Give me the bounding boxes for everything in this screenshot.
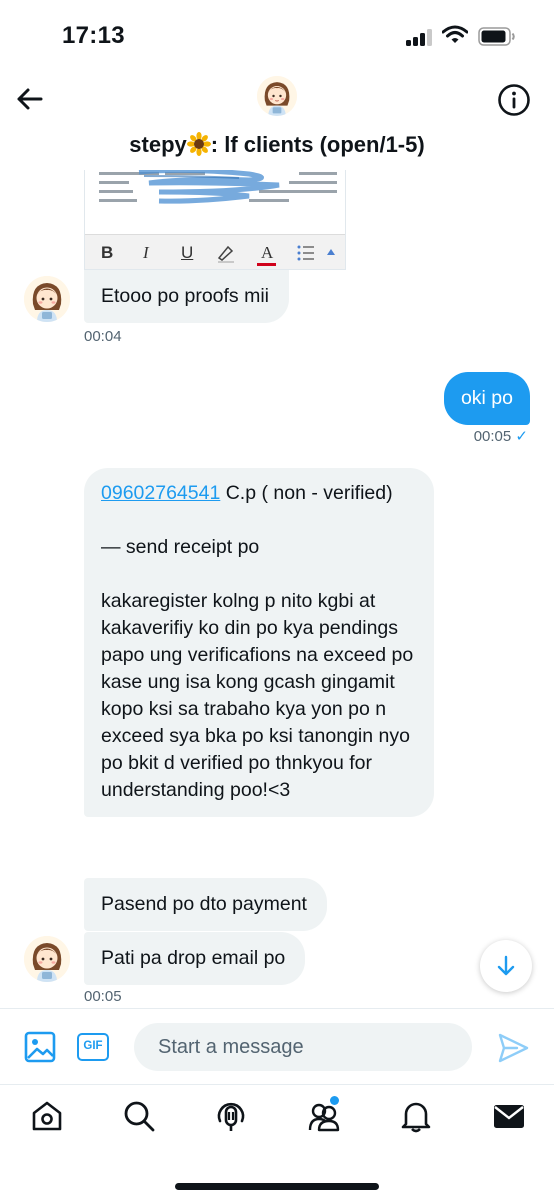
home-indicator xyxy=(175,1183,379,1190)
messages-icon[interactable] xyxy=(492,1099,526,1133)
outgoing-message[interactable]: oki po xyxy=(443,372,530,425)
message-timestamp: 00:05 xyxy=(473,428,512,445)
message-text: Pati pa drop email po xyxy=(101,947,286,969)
message-status: 00:05 ✓ xyxy=(474,427,528,445)
bottom-tab-bar xyxy=(0,1084,554,1200)
scroll-to-bottom-button[interactable] xyxy=(480,940,532,992)
avatar[interactable] xyxy=(24,936,70,982)
bold-icon: B xyxy=(101,243,114,262)
search-icon[interactable] xyxy=(122,1099,156,1133)
message-timestamp: 00:05 xyxy=(84,988,122,1005)
message-timestamp: 00:04 xyxy=(84,328,122,345)
home-icon[interactable] xyxy=(30,1099,64,1133)
image-icon[interactable] xyxy=(24,1031,56,1063)
info-icon[interactable] xyxy=(497,83,531,117)
font-color-icon: A xyxy=(261,243,274,262)
incoming-message[interactable]: Etooo po proofs mii xyxy=(84,270,290,323)
title-name: stepy xyxy=(129,132,187,157)
message-text: Etooo po proofs mii xyxy=(101,285,270,307)
highlighter-icon xyxy=(217,245,234,263)
incoming-message[interactable]: Pasend po dto payment xyxy=(84,878,327,931)
sunflower-icon xyxy=(186,132,211,156)
message-text: oki po xyxy=(460,387,513,409)
wifi-icon xyxy=(442,25,468,43)
doc-format-toolbar: B I U A xyxy=(85,234,345,269)
notification-badge xyxy=(330,1096,339,1105)
battery-icon xyxy=(478,27,515,46)
conversation-title[interactable]: stepy : lf clients (open/1-5) xyxy=(0,132,554,158)
spaces-icon[interactable] xyxy=(214,1099,248,1133)
italic-icon: I xyxy=(143,243,149,262)
incoming-message[interactable]: 09602764541 C.p ( non - verified) — send… xyxy=(84,468,434,817)
message-text: Pasend po dto payment xyxy=(101,893,307,915)
back-arrow-icon[interactable] xyxy=(14,84,44,114)
message-input[interactable] xyxy=(134,1023,472,1071)
gif-button[interactable]: GIF xyxy=(77,1033,109,1061)
message-list[interactable]: B I U A Etooo po proofs mii 00:04 oki po… xyxy=(0,170,554,1008)
status-time: 17:13 xyxy=(62,22,125,49)
incoming-message[interactable]: Pati pa drop email po xyxy=(84,932,306,985)
redacted-document-text xyxy=(99,170,337,204)
message-composer: GIF xyxy=(0,1008,554,1084)
font-color-swatch xyxy=(257,263,276,266)
status-bar: 17:13 xyxy=(0,0,554,70)
list-icon xyxy=(297,245,314,261)
cellular-signal-icon xyxy=(406,28,434,46)
phone-number-link[interactable]: 09602764541 xyxy=(101,482,220,504)
message-text: — send receipt po kakaregister kolng p n… xyxy=(101,536,414,801)
send-icon[interactable] xyxy=(497,1033,529,1063)
notifications-icon[interactable] xyxy=(399,1099,433,1133)
conversation-header: stepy : lf clients (open/1-5) xyxy=(0,70,554,170)
arrow-down-icon xyxy=(497,955,515,976)
underline-icon: U xyxy=(181,243,194,262)
read-check-icon: ✓ xyxy=(515,428,528,445)
caret-up-icon xyxy=(327,249,335,255)
title-suffix: : lf clients (open/1-5) xyxy=(210,132,425,157)
avatar[interactable] xyxy=(24,276,70,322)
avatar[interactable] xyxy=(257,76,297,116)
message-text: C.p ( non - verified) xyxy=(220,482,393,504)
shared-image-document-preview[interactable]: B I U A xyxy=(84,170,346,270)
